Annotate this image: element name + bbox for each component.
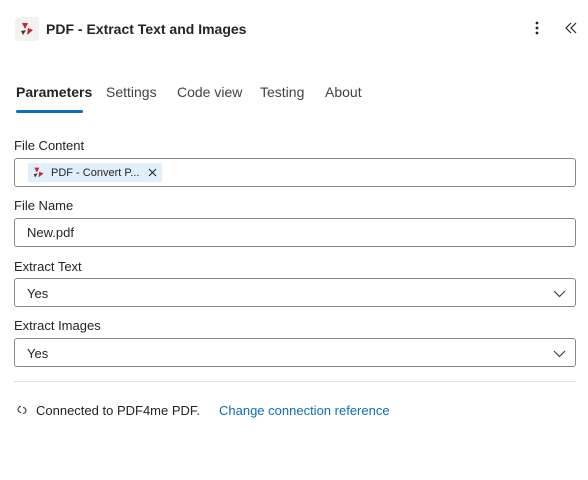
file-name-label: File Name	[14, 198, 74, 213]
tab-code-view[interactable]: Code view	[177, 78, 242, 106]
file-content-label: File Content	[14, 138, 85, 153]
extract-text-value: Yes	[27, 286, 49, 301]
extract-images-dropdown[interactable]: Yes	[14, 338, 576, 367]
tab-settings[interactable]: Settings	[106, 78, 157, 106]
tab-about[interactable]: About	[325, 78, 362, 106]
pdf4me-logo-icon	[31, 166, 45, 180]
panel-header: PDF - Extract Text and Images	[0, 0, 588, 58]
link-icon	[17, 405, 27, 415]
connection-status-text: Connected to PDF4me PDF.	[36, 403, 201, 418]
token-label: PDF - Convert P...	[51, 166, 140, 179]
divider	[14, 381, 576, 382]
file-name-input[interactable]: New.pdf	[14, 218, 576, 247]
extract-images-value: Yes	[27, 346, 49, 361]
chevron-down-icon	[553, 350, 566, 358]
extract-images-label: Extract Images	[14, 318, 101, 333]
tab-testing[interactable]: Testing	[260, 78, 304, 106]
more-vertical-icon	[535, 21, 539, 35]
extract-text-dropdown[interactable]: Yes	[14, 278, 576, 307]
pdf4me-logo-icon	[15, 17, 39, 41]
collapse-panel-button[interactable]	[561, 18, 581, 38]
change-connection-link[interactable]: Change connection reference	[219, 403, 390, 419]
double-chevron-left-icon	[565, 22, 577, 34]
extract-text-label: Extract Text	[14, 259, 82, 274]
panel-title: PDF - Extract Text and Images	[46, 21, 247, 37]
file-name-value: New.pdf	[27, 225, 74, 240]
active-tab-indicator	[16, 110, 83, 113]
more-options-button[interactable]	[527, 18, 547, 38]
close-icon[interactable]	[147, 168, 157, 178]
file-content-field[interactable]: PDF - Convert P...	[14, 158, 576, 187]
chevron-down-icon	[553, 290, 566, 298]
tab-parameters[interactable]: Parameters	[16, 78, 92, 106]
dynamic-content-token[interactable]: PDF - Convert P...	[28, 163, 163, 182]
